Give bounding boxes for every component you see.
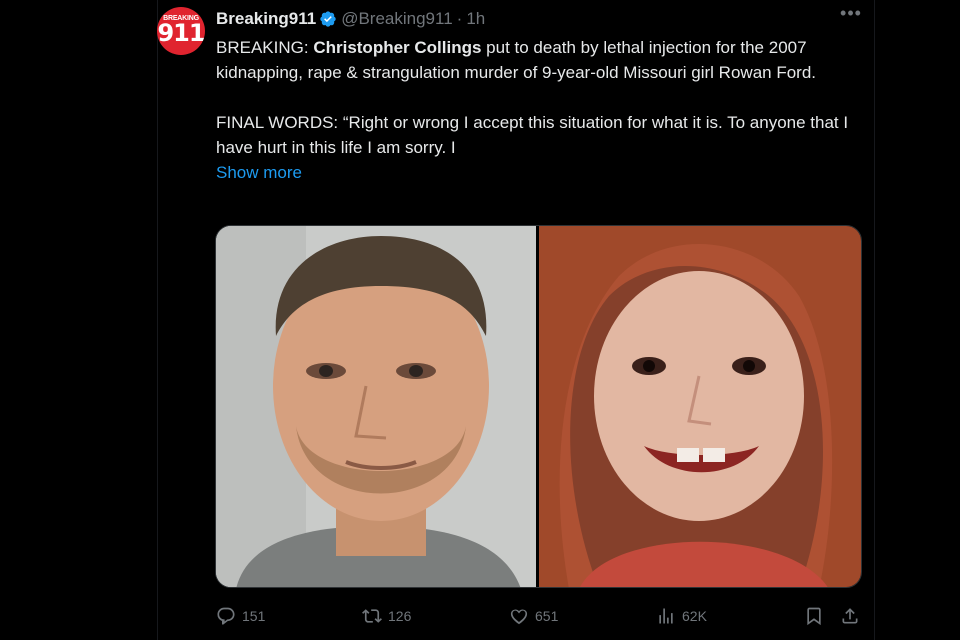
reply-icon	[217, 607, 235, 625]
reply-count: 151	[242, 608, 266, 624]
handle[interactable]: @Breaking911	[341, 9, 452, 29]
tweet-header: Breaking911 @Breaking911 · 1h	[216, 8, 485, 30]
views-chart-icon	[659, 608, 673, 624]
bookmark-action[interactable]	[804, 605, 830, 627]
like-count: 651	[535, 608, 559, 624]
heart-icon	[510, 609, 528, 625]
show-more-link[interactable]: Show more	[216, 160, 861, 185]
display-name[interactable]: Breaking911	[216, 9, 316, 29]
share-icon	[842, 608, 858, 624]
man-portrait-photo[interactable]	[216, 226, 536, 587]
final-words: FINAL WORDS: “Right or wrong I accept th…	[216, 113, 849, 157]
left-margin	[0, 0, 157, 640]
girl-portrait-illustration	[538, 226, 861, 587]
avatar-number: 911	[157, 19, 205, 47]
right-margin	[875, 0, 960, 640]
share-action[interactable]	[840, 605, 866, 627]
separator-dot: ·	[456, 9, 463, 28]
views-count: 62K	[682, 608, 707, 624]
verified-badge-icon[interactable]	[319, 10, 337, 28]
bold-name: Christopher Collings	[313, 38, 482, 57]
breaking-paragraph: BREAKING: Christopher Collings put to de…	[216, 35, 861, 85]
repost-count: 126	[388, 608, 412, 624]
tweet-actions: 151 126 651 62K	[216, 605, 861, 627]
tweet-media[interactable]	[215, 225, 862, 588]
timestamp[interactable]: 1h	[466, 9, 485, 29]
man-portrait-illustration	[216, 226, 536, 587]
breaking-prefix: BREAKING:	[216, 38, 314, 57]
avatar[interactable]: BREAKING 911	[157, 7, 205, 55]
repost-action[interactable]: 126	[362, 605, 411, 627]
reply-action[interactable]: 151	[216, 605, 265, 627]
more-options-icon[interactable]: •••	[840, 4, 862, 28]
views-action[interactable]: 62K	[656, 605, 707, 627]
tweet-text: BREAKING: Christopher Collings put to de…	[216, 35, 861, 185]
like-action[interactable]: 651	[509, 605, 558, 627]
girl-portrait-photo[interactable]	[538, 226, 861, 587]
repost-icon	[362, 609, 382, 623]
bookmark-icon	[807, 607, 821, 626]
